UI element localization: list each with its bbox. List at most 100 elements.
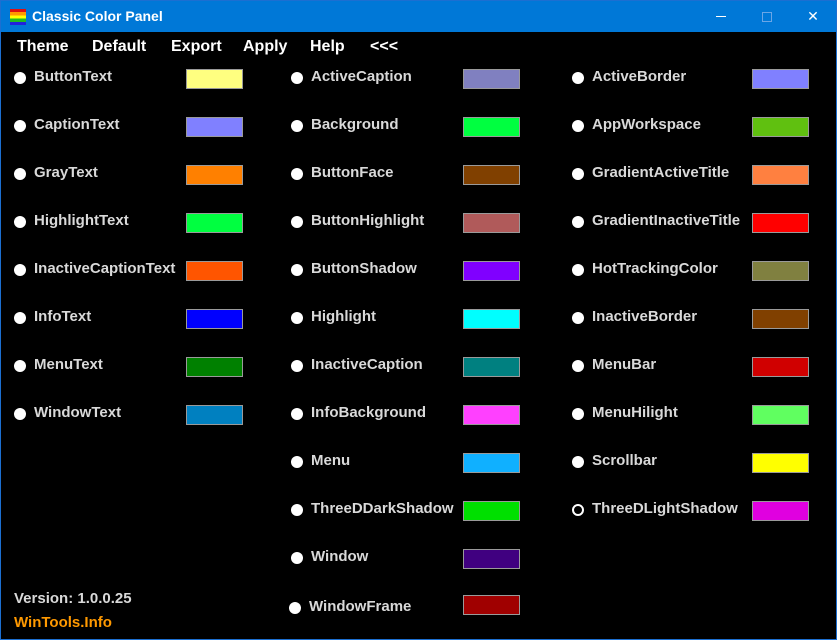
color-swatch[interactable] xyxy=(463,117,520,137)
color-swatch[interactable] xyxy=(186,69,243,89)
menu-help[interactable]: Help xyxy=(310,38,345,56)
color-swatch[interactable] xyxy=(463,405,520,425)
color-option-inactivecaptiontext[interactable]: InactiveCaptionText xyxy=(14,259,244,283)
color-option-menu[interactable]: Menu xyxy=(291,451,521,475)
color-swatch[interactable] xyxy=(752,405,809,425)
radio-button[interactable] xyxy=(572,504,584,516)
color-option-hottrackingcolor[interactable]: HotTrackingColor xyxy=(572,259,810,283)
website-link[interactable]: WinTools.Info xyxy=(14,614,112,631)
color-option-buttontext[interactable]: ButtonText xyxy=(14,67,244,91)
color-swatch[interactable] xyxy=(752,501,809,521)
minimize-button[interactable] xyxy=(698,1,744,32)
color-option-inactivecaption[interactable]: InactiveCaption xyxy=(291,355,521,379)
color-swatch[interactable] xyxy=(186,117,243,137)
color-swatch[interactable] xyxy=(186,261,243,281)
radio-button[interactable] xyxy=(14,168,26,180)
radio-button[interactable] xyxy=(14,360,26,372)
radio-button[interactable] xyxy=(572,360,584,372)
color-swatch[interactable] xyxy=(752,69,809,89)
color-option-menuhilight[interactable]: MenuHilight xyxy=(572,403,810,427)
color-option-threeddarkshadow[interactable]: ThreeDDarkShadow xyxy=(291,499,521,523)
color-swatch[interactable] xyxy=(463,453,520,473)
menu-apply[interactable]: Apply xyxy=(243,38,287,56)
radio-button[interactable] xyxy=(291,504,303,516)
color-option-inactiveborder[interactable]: InactiveBorder xyxy=(572,307,810,331)
radio-button[interactable] xyxy=(289,602,301,614)
color-option-captiontext[interactable]: CaptionText xyxy=(14,115,244,139)
color-option-highlight[interactable]: Highlight xyxy=(291,307,521,331)
color-swatch[interactable] xyxy=(463,501,520,521)
color-swatch[interactable] xyxy=(752,453,809,473)
radio-button[interactable] xyxy=(291,72,303,84)
color-option-background[interactable]: Background xyxy=(291,115,521,139)
radio-button[interactable] xyxy=(14,216,26,228)
color-swatch[interactable] xyxy=(752,261,809,281)
color-option-activeborder[interactable]: ActiveBorder xyxy=(572,67,810,91)
color-option-windowtext[interactable]: WindowText xyxy=(14,403,244,427)
radio-button[interactable] xyxy=(291,216,303,228)
radio-button[interactable] xyxy=(291,456,303,468)
color-swatch[interactable] xyxy=(463,261,520,281)
menu-default[interactable]: Default xyxy=(92,38,146,56)
radio-button[interactable] xyxy=(572,264,584,276)
color-option-window[interactable]: Window xyxy=(291,547,521,571)
radio-button[interactable] xyxy=(291,168,303,180)
radio-button[interactable] xyxy=(572,216,584,228)
color-option-gradientactivetitle[interactable]: GradientActiveTitle xyxy=(572,163,810,187)
color-swatch[interactable] xyxy=(463,357,520,377)
color-option-graytext[interactable]: GrayText xyxy=(14,163,244,187)
color-swatch[interactable] xyxy=(752,117,809,137)
radio-button[interactable] xyxy=(14,312,26,324)
color-option-buttonhighlight[interactable]: ButtonHighlight xyxy=(291,211,521,235)
color-swatch[interactable] xyxy=(463,213,520,233)
radio-button[interactable] xyxy=(572,456,584,468)
color-option-gradientinactivetitle[interactable]: GradientInactiveTitle xyxy=(572,211,810,235)
radio-button[interactable] xyxy=(572,168,584,180)
color-swatch[interactable] xyxy=(186,213,243,233)
radio-button[interactable] xyxy=(291,408,303,420)
color-swatch[interactable] xyxy=(752,357,809,377)
color-option-appworkspace[interactable]: AppWorkspace xyxy=(572,115,810,139)
color-option-scrollbar[interactable]: Scrollbar xyxy=(572,451,810,475)
color-option-infobackground[interactable]: InfoBackground xyxy=(291,403,521,427)
color-swatch[interactable] xyxy=(463,309,520,329)
menu-collapse[interactable]: <<< xyxy=(370,38,398,56)
radio-button[interactable] xyxy=(291,552,303,564)
radio-button[interactable] xyxy=(572,408,584,420)
color-option-buttonshadow[interactable]: ButtonShadow xyxy=(291,259,521,283)
radio-button[interactable] xyxy=(14,120,26,132)
color-option-threedlightshadow[interactable]: ThreeDLightShadow xyxy=(572,499,810,523)
color-option-highlighttext[interactable]: HighlightText xyxy=(14,211,244,235)
color-swatch[interactable] xyxy=(463,165,520,185)
color-option-menutext[interactable]: MenuText xyxy=(14,355,244,379)
menu-theme[interactable]: Theme xyxy=(17,38,69,56)
title-bar[interactable]: Classic Color Panel ✕ xyxy=(1,1,836,32)
radio-button[interactable] xyxy=(14,408,26,420)
color-swatch[interactable] xyxy=(186,357,243,377)
radio-button[interactable] xyxy=(572,120,584,132)
color-option-buttonface[interactable]: ButtonFace xyxy=(291,163,521,187)
radio-button[interactable] xyxy=(572,72,584,84)
radio-button[interactable] xyxy=(291,120,303,132)
radio-button[interactable] xyxy=(291,264,303,276)
radio-button[interactable] xyxy=(14,264,26,276)
radio-button[interactable] xyxy=(291,360,303,372)
color-swatch[interactable] xyxy=(752,309,809,329)
color-swatch[interactable] xyxy=(463,595,520,615)
color-swatch[interactable] xyxy=(752,213,809,233)
radio-button[interactable] xyxy=(291,312,303,324)
close-button[interactable]: ✕ xyxy=(790,1,836,32)
color-swatch[interactable] xyxy=(186,165,243,185)
menu-export[interactable]: Export xyxy=(171,38,222,56)
radio-button[interactable] xyxy=(572,312,584,324)
color-swatch[interactable] xyxy=(752,165,809,185)
color-swatch[interactable] xyxy=(186,405,243,425)
color-option-menubar[interactable]: MenuBar xyxy=(572,355,810,379)
color-swatch[interactable] xyxy=(186,309,243,329)
color-swatch[interactable] xyxy=(463,69,520,89)
color-swatch[interactable] xyxy=(463,549,520,569)
maximize-button[interactable] xyxy=(744,1,790,32)
color-option-infotext[interactable]: InfoText xyxy=(14,307,244,331)
radio-button[interactable] xyxy=(14,72,26,84)
color-option-activecaption[interactable]: ActiveCaption xyxy=(291,67,521,91)
